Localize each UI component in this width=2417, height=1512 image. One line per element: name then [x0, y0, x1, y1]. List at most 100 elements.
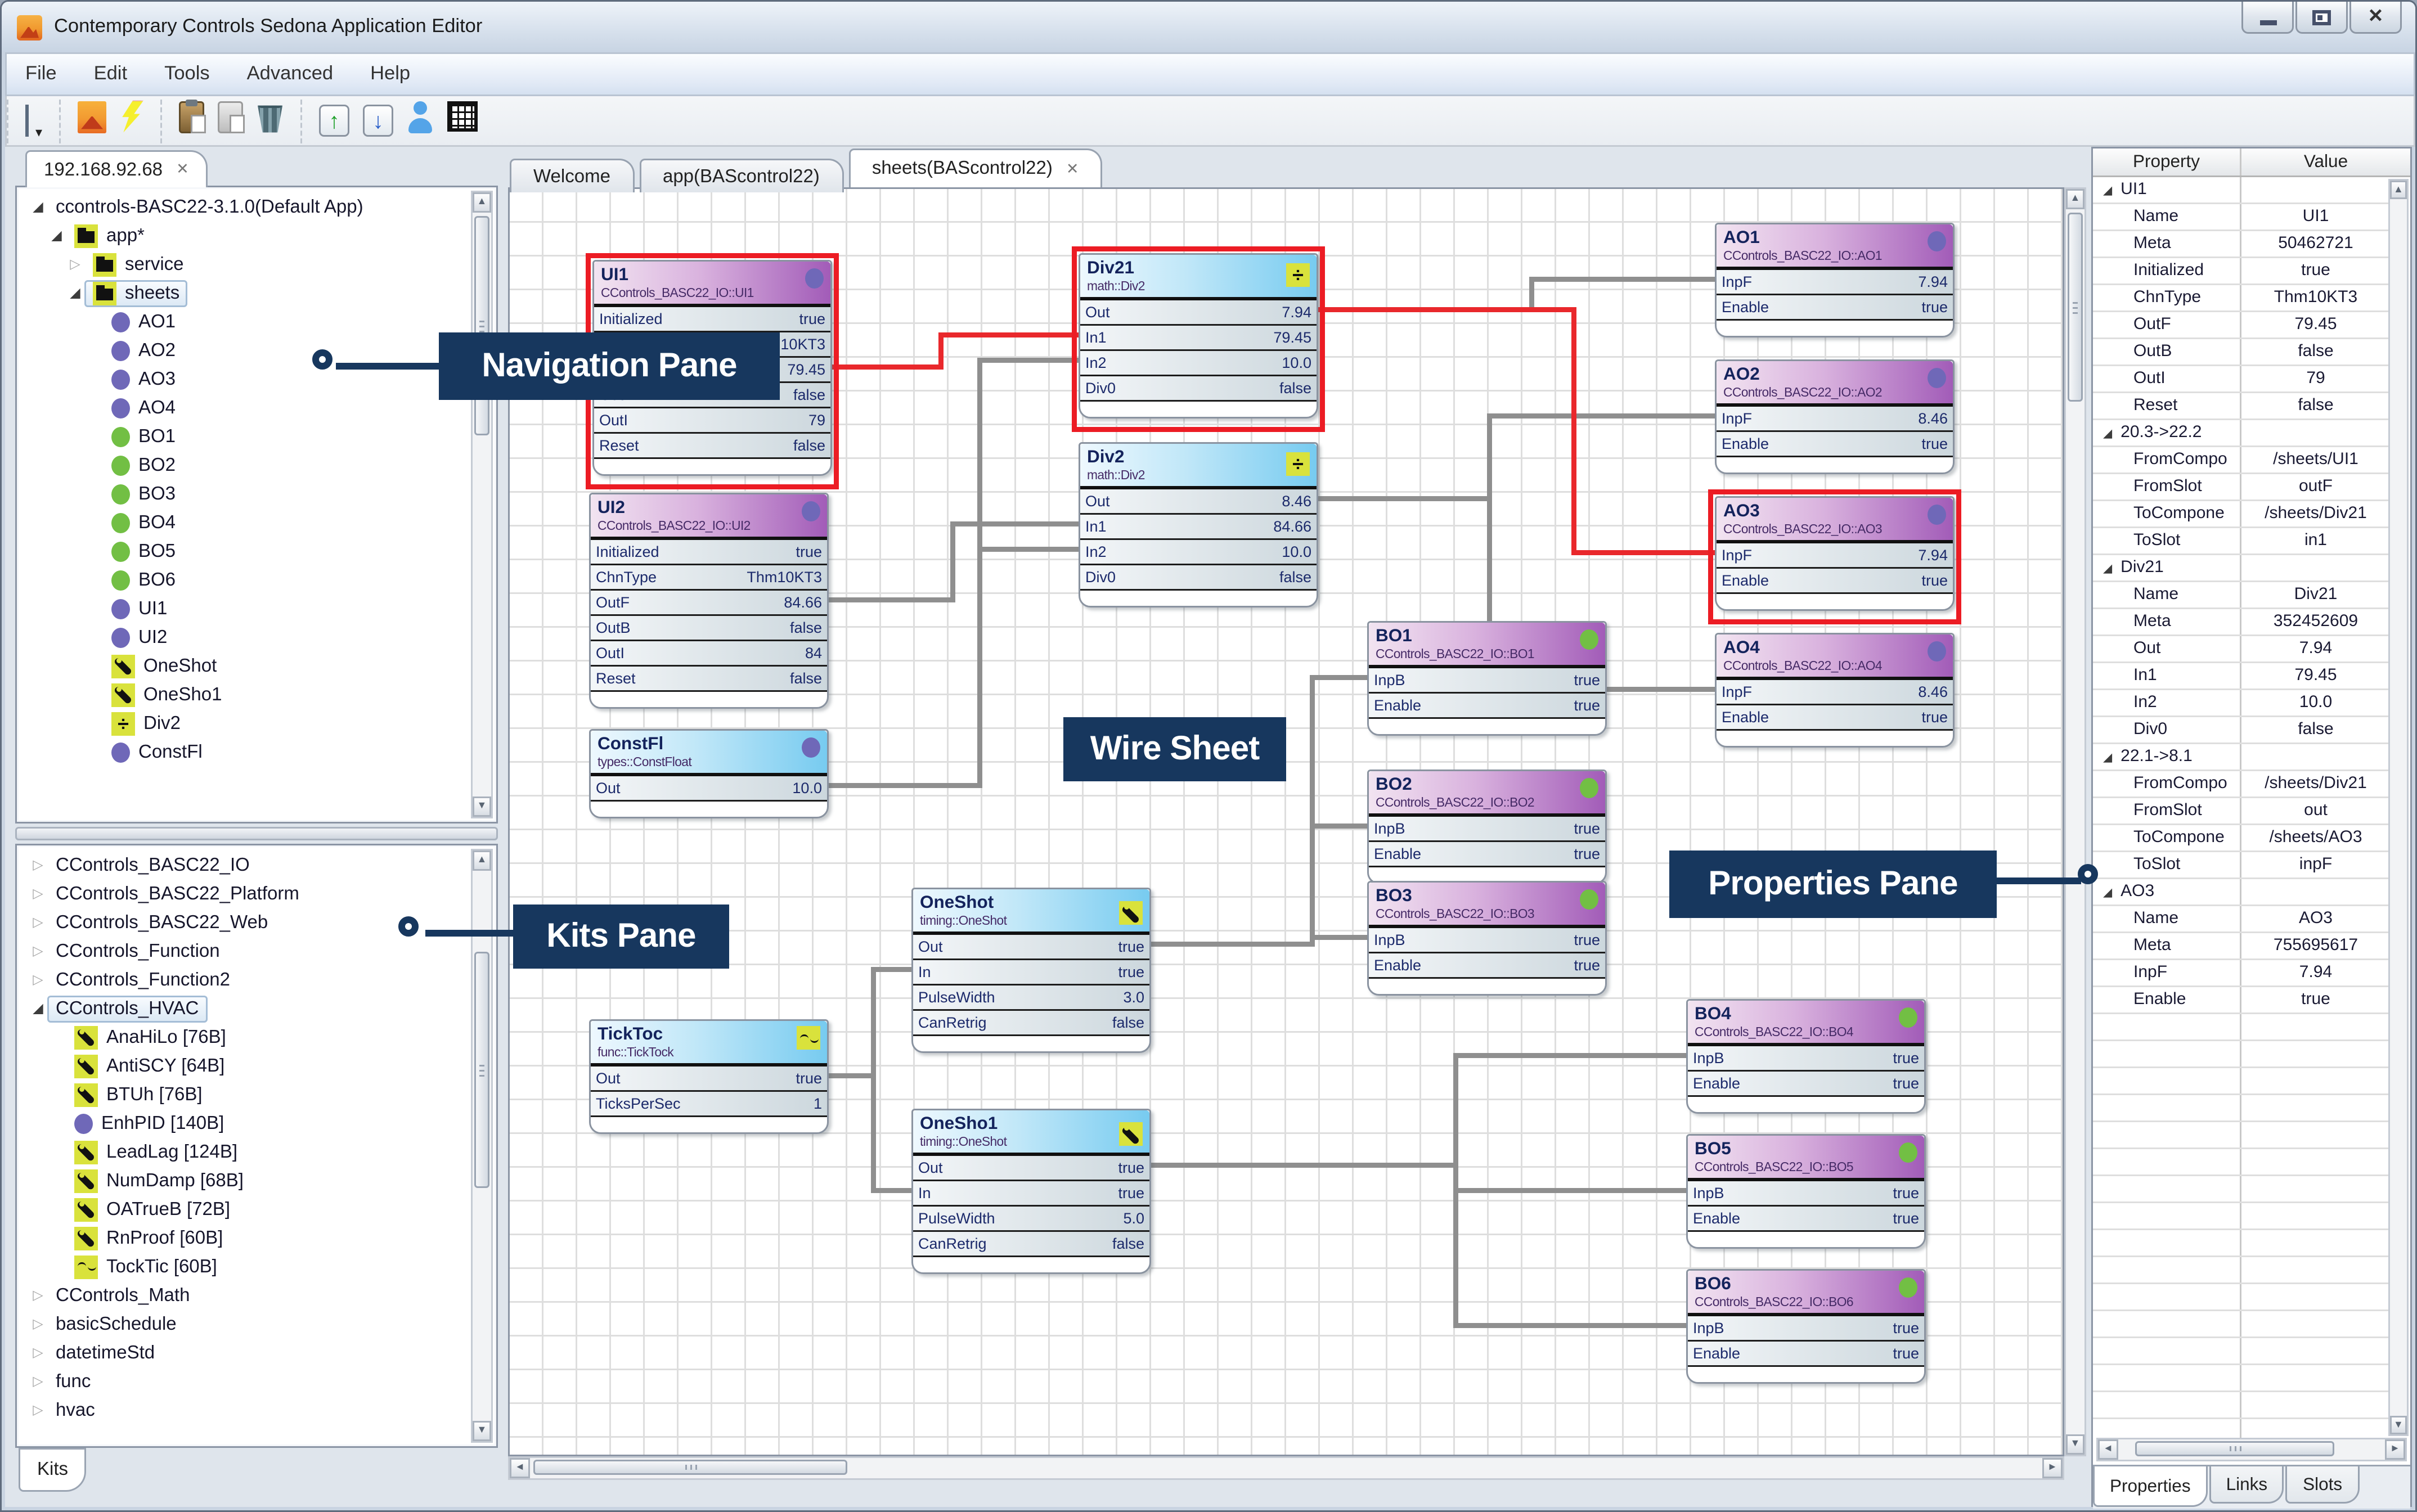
block-ui2[interactable]: UI2CControls_BASC22_IO::UI2Initializedtr… — [589, 493, 829, 709]
collapsed-expander-icon[interactable]: ▷ — [29, 943, 47, 958]
user-session-button[interactable] — [407, 101, 434, 141]
property-row[interactable]: Meta755695617 — [2093, 933, 2390, 960]
tab-app-bascontrol22-[interactable]: app(BAScontrol22) — [639, 159, 843, 192]
block-slot-row[interactable]: Initializedtrue — [591, 540, 827, 565]
menu-edit[interactable]: Edit — [75, 64, 146, 84]
block-slot-row[interactable]: Enabletrue — [1688, 1342, 1924, 1367]
block-slot-row[interactable]: Intrue — [913, 960, 1149, 986]
tab-sheets-bascontrol22-[interactable]: sheets(BAScontrol22)✕ — [848, 148, 1103, 187]
block-slot-row[interactable]: PulseWidth3.0 — [913, 986, 1149, 1011]
kits-scroll-up-button[interactable]: ▲ — [473, 850, 491, 871]
nav-item-ao4[interactable]: AO4 — [22, 393, 469, 422]
sedona-logo-button[interactable] — [78, 101, 106, 141]
property-row[interactable]: InpF7.94 — [2093, 960, 2390, 987]
wire-segment[interactable] — [873, 967, 911, 972]
block-slot-row[interactable]: InpF8.46 — [1717, 407, 1953, 432]
block-slot-row[interactable]: OutF84.66 — [591, 591, 827, 616]
wire-segment[interactable] — [938, 332, 944, 370]
canvas-scroll-left-button[interactable]: ◄ — [510, 1458, 530, 1478]
wire-segment[interactable] — [829, 597, 952, 602]
kit-item-btuh-76b-[interactable]: BTUh [76B] — [22, 1080, 469, 1109]
kit-item-func[interactable]: ▷func — [22, 1367, 469, 1396]
kit-item-datetimestd[interactable]: ▷datetimeStd — [22, 1338, 469, 1367]
wire-segment[interactable] — [1318, 307, 1573, 312]
kits-scrollbar[interactable]: ▲ ▼ — [471, 849, 493, 1443]
wire-segment[interactable] — [1453, 1053, 1458, 1168]
wire-segment[interactable] — [1151, 1163, 1455, 1168]
property-row[interactable]: FromCompo/sheets/Div21 — [2093, 771, 2390, 798]
property-row[interactable]: OutF79.45 — [2093, 312, 2390, 339]
block-slot-row[interactable]: In184.66 — [1080, 515, 1317, 540]
block-slot-row[interactable]: InpF7.94 — [1717, 270, 1953, 295]
props-tab-properties[interactable]: Properties — [2093, 1466, 2208, 1507]
property-row[interactable]: ToSlotinpF — [2093, 852, 2390, 879]
props-hscrollbar[interactable]: ◄ ► — [2096, 1438, 2407, 1461]
kit-item-numdamp-68b-[interactable]: NumDamp [68B] — [22, 1166, 469, 1195]
nav-item-app-[interactable]: ◢app* — [22, 221, 469, 250]
nav-item-oneshot[interactable]: OneShot — [22, 651, 469, 680]
block-bo2[interactable]: BO2CControls_BASC22_IO::BO2InpBtrueEnabl… — [1367, 770, 1607, 884]
wire-segment[interactable] — [1318, 496, 1489, 501]
layout-view-button[interactable] — [25, 106, 29, 136]
wire-segment[interactable] — [1531, 277, 1715, 282]
wire-segment[interactable] — [952, 521, 1079, 526]
block-slot-row[interactable]: Enabletrue — [1717, 295, 1953, 321]
tab-welcome[interactable]: Welcome — [510, 159, 634, 192]
block-slot-row[interactable]: Resetfalse — [594, 434, 830, 459]
property-row[interactable]: ToSlotin1 — [2093, 528, 2390, 555]
property-row[interactable]: ◢20.3->22.2 — [2093, 420, 2390, 447]
nav-item-bo3[interactable]: BO3 — [22, 479, 469, 508]
nav-item-service[interactable]: ▷service — [22, 250, 469, 278]
block-slot-row[interactable]: PulseWidth5.0 — [913, 1207, 1149, 1232]
panel-splitter[interactable] — [15, 827, 498, 840]
wire-segment[interactable] — [1455, 1053, 1686, 1058]
kit-item-anahilo-76b-[interactable]: AnaHiLo [76B] — [22, 1023, 469, 1051]
block-slot-row[interactable]: Initializedtrue — [594, 307, 830, 332]
block-slot-row[interactable]: Resetfalse — [591, 667, 827, 692]
block-slot-row[interactable]: Out7.94 — [1080, 300, 1317, 326]
block-slot-row[interactable]: Enabletrue — [1369, 694, 1605, 719]
collapsed-expander-icon[interactable]: ▷ — [29, 915, 47, 930]
block-slot-row[interactable]: Enabletrue — [1717, 432, 1953, 457]
expanded-expander-icon[interactable]: ◢ — [29, 199, 47, 214]
canvas-hscrollbar[interactable]: ◄ ► — [508, 1456, 2064, 1480]
expanded-expander-icon[interactable]: ◢ — [2103, 426, 2112, 440]
nav-tab[interactable]: 192.168.92.68 ✕ — [25, 150, 208, 187]
block-slot-row[interactable]: In210.0 — [1080, 540, 1317, 565]
block-slot-row[interactable]: InpBtrue — [1369, 668, 1605, 694]
block-slot-row[interactable]: Div0false — [1080, 565, 1317, 591]
tab-close-icon[interactable]: ✕ — [1066, 160, 1079, 178]
nav-item-bo1[interactable]: BO1 — [22, 422, 469, 451]
expanded-expander-icon[interactable]: ◢ — [2103, 561, 2112, 575]
kit-item-ccontrols-math[interactable]: ▷CControls_Math — [22, 1281, 469, 1310]
block-slot-row[interactable]: Div0false — [1080, 376, 1317, 402]
nav-item-constfl[interactable]: ConstFl — [22, 737, 469, 766]
property-row[interactable]: FromCompo/sheets/UI1 — [2093, 447, 2390, 474]
block-ao1[interactable]: AO1CControls_BASC22_IO::AO1InpF7.94Enabl… — [1715, 223, 1955, 338]
kits-scroll-thumb[interactable] — [474, 952, 489, 1188]
expanded-expander-icon[interactable]: ◢ — [2103, 885, 2112, 899]
block-slot-row[interactable]: Outtrue — [913, 935, 1149, 960]
block-slot-row[interactable]: Outtrue — [913, 1156, 1149, 1181]
kit-item-ccontrols-function[interactable]: ▷CControls_Function — [22, 937, 469, 965]
expanded-expander-icon[interactable]: ◢ — [29, 1001, 47, 1016]
wire-segment[interactable] — [1151, 942, 1311, 947]
block-slot-row[interactable]: In210.0 — [1080, 351, 1317, 376]
wire-segment[interactable] — [1311, 824, 1367, 829]
property-row[interactable]: NameUI1 — [2093, 204, 2390, 231]
block-slot-row[interactable]: CanRetrigfalse — [913, 1011, 1149, 1036]
wire-segment[interactable] — [950, 521, 955, 602]
collapsed-expander-icon[interactable]: ▷ — [29, 1288, 47, 1303]
delete-button[interactable] — [257, 101, 284, 141]
props-hscroll-thumb[interactable] — [2135, 1441, 2334, 1456]
property-row[interactable]: In179.45 — [2093, 663, 2390, 690]
wire-segment[interactable] — [871, 1073, 876, 1193]
canvas-vscroll-thumb[interactable] — [2068, 213, 2083, 402]
block-ao4[interactable]: AO4CControls_BASC22_IO::AO4InpF8.46Enabl… — [1715, 633, 1955, 748]
property-row[interactable]: FromSlotout — [2093, 798, 2390, 825]
wire-segment[interactable] — [1311, 935, 1367, 940]
nav-item-ao2[interactable]: AO2 — [22, 336, 469, 364]
block-slot-row[interactable]: InpBtrue — [1369, 817, 1605, 842]
property-row[interactable]: NameDiv21 — [2093, 582, 2390, 609]
kit-item-leadlag-124b-[interactable]: LeadLag [124B] — [22, 1137, 469, 1166]
